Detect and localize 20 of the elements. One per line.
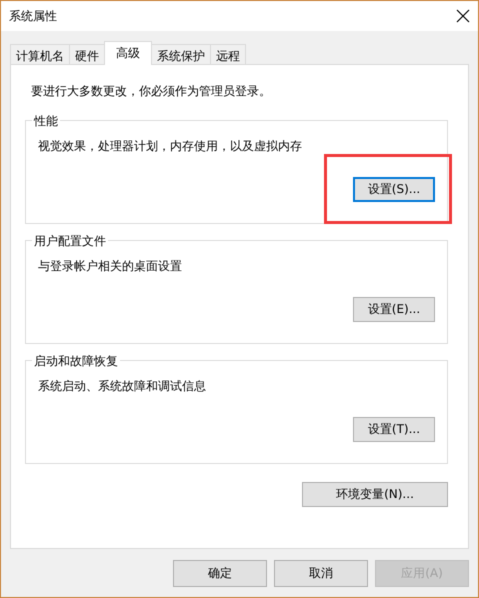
dialog-button[interactable]: 确定 (173, 560, 267, 587)
tab[interactable]: 系统保护 (151, 44, 211, 65)
tab[interactable]: 硬件 (69, 44, 105, 65)
settings-button[interactable]: 设置(T)... (353, 417, 435, 442)
notice-text: 要进行大多数更改，你必须作为管理员登录。 (31, 83, 272, 100)
group-description: 系统启动、系统故障和调试信息 (38, 378, 207, 395)
group-description: 视觉效果，处理器计划，内存使用，以及虚拟内存 (38, 138, 303, 155)
tab[interactable]: 高级 (104, 41, 152, 65)
tab[interactable]: 远程 (210, 44, 246, 65)
group-description: 与登录帐户相关的桌面设置 (38, 258, 183, 275)
group-title: 性能 (32, 113, 60, 130)
group-title: 启动和故障恢复 (32, 353, 120, 370)
settings-button[interactable]: 设置(E)... (353, 297, 435, 322)
dialog-button[interactable]: 取消 (274, 560, 368, 587)
close-icon[interactable] (456, 9, 470, 23)
tab[interactable]: 计算机名 (10, 44, 70, 65)
window-title: 系统属性 (9, 8, 57, 24)
group-title: 用户配置文件 (32, 233, 108, 250)
environment-variables-button[interactable]: 环境变量(N)... (302, 482, 448, 507)
settings-button[interactable]: 设置(S)... (353, 177, 435, 202)
